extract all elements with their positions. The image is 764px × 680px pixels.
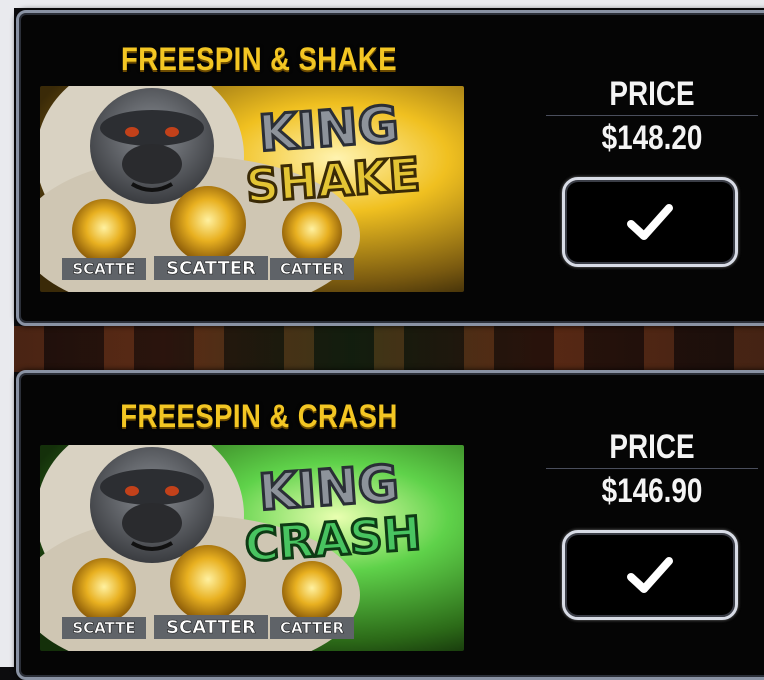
price-value: $146.90 bbox=[601, 472, 703, 510]
svg-text:SCATTER: SCATTER bbox=[166, 617, 256, 638]
svg-text:SCATTE: SCATTE bbox=[72, 619, 135, 637]
price-section: PRICE $146.90 bbox=[546, 428, 758, 620]
checkmark-icon bbox=[627, 557, 673, 593]
price-section: PRICE $148.20 bbox=[546, 75, 758, 267]
price-label: PRICE bbox=[609, 75, 695, 113]
option-artwork: KING CRASH SCATTE SCATTER CATTER bbox=[40, 445, 464, 651]
outer-frame-left bbox=[0, 0, 14, 667]
svg-text:SCATTER: SCATTER bbox=[166, 258, 256, 279]
price-value: $148.20 bbox=[601, 119, 703, 157]
price-label: PRICE bbox=[609, 428, 695, 466]
checkmark-icon bbox=[627, 204, 673, 240]
svg-text:CATTER: CATTER bbox=[280, 619, 345, 637]
freespin-option-card-crash: FREESPIN & CRASH KING CRASH SCATTE SCATT… bbox=[16, 370, 764, 680]
price-divider bbox=[546, 115, 758, 116]
option-artwork: KING SHAKE SCATTE SCATTER CATTER bbox=[40, 86, 464, 292]
freespin-option-card-shake: FREESPIN & SHAKE KING SHAKE SCATTE SCATT… bbox=[16, 10, 764, 326]
option-title: FREESPIN & SHAKE bbox=[120, 41, 398, 77]
option-title: FREESPIN & CRASH bbox=[120, 398, 398, 434]
buy-button[interactable] bbox=[562, 530, 738, 620]
svg-text:SCATTE: SCATTE bbox=[72, 260, 135, 278]
svg-text:CATTER: CATTER bbox=[280, 260, 345, 278]
king-shake-artwork: KING SHAKE SCATTE SCATTER CATTER bbox=[40, 86, 464, 292]
outer-frame-top bbox=[0, 0, 764, 8]
price-divider bbox=[546, 468, 758, 469]
background-reel-strip bbox=[14, 326, 764, 372]
king-crash-artwork: KING CRASH SCATTE SCATTER CATTER bbox=[40, 445, 464, 651]
buy-button[interactable] bbox=[562, 177, 738, 267]
